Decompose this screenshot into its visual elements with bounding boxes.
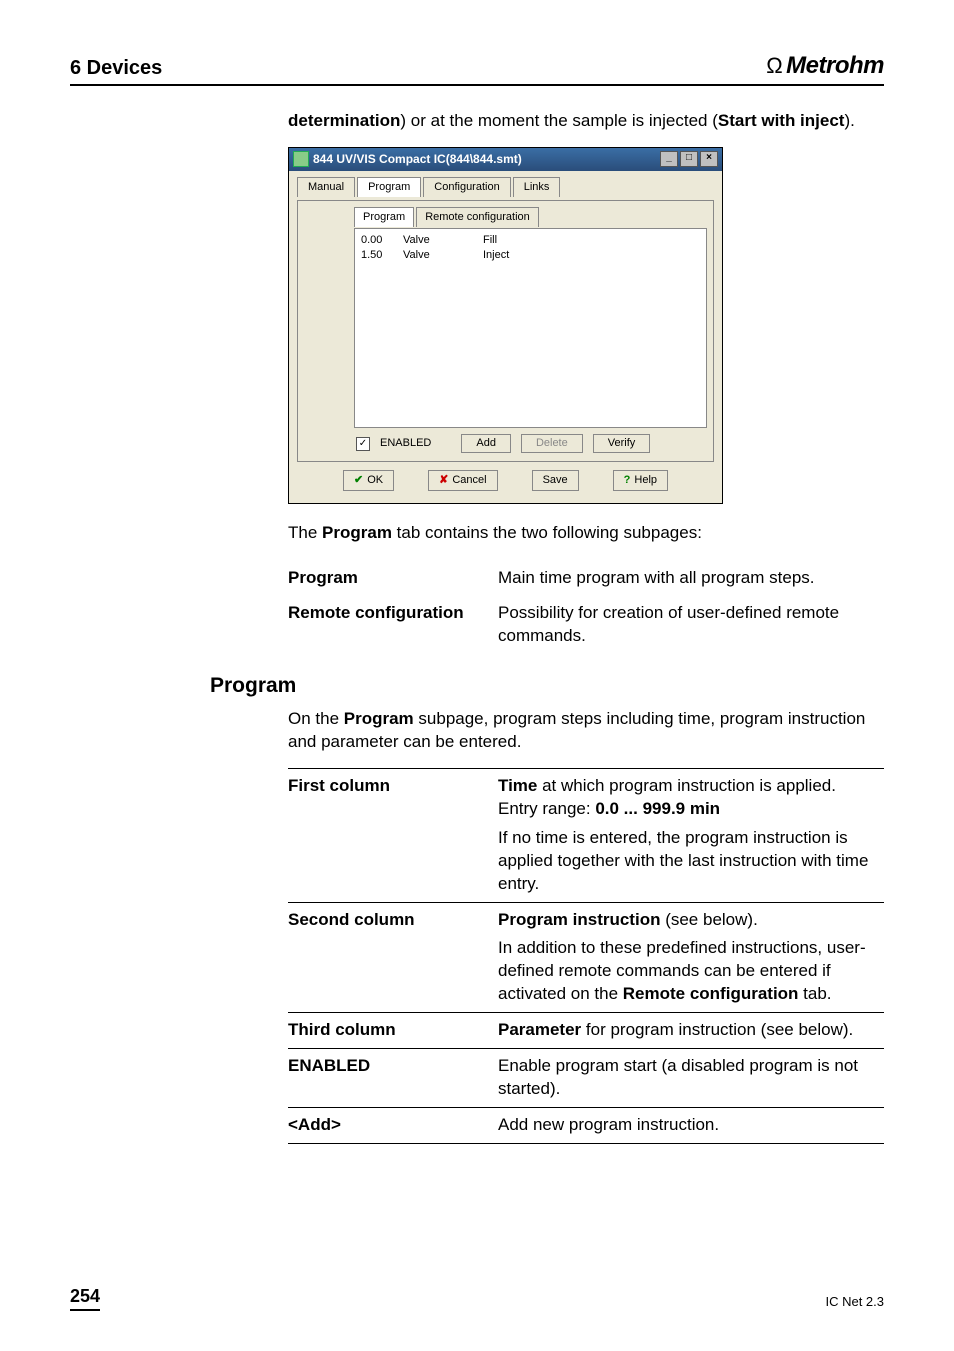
add-button[interactable]: Add <box>461 434 511 453</box>
cell-time: 1.50 <box>361 248 403 263</box>
brand-logo-icon: Ω <box>766 51 782 81</box>
intro-bold-1: determination <box>288 111 400 130</box>
cell-instruction: Valve <box>403 248 483 263</box>
text-bold: Remote configuration <box>623 984 799 1003</box>
maximize-button[interactable]: □ <box>680 151 698 167</box>
tab-panel: Program Remote configuration 0.00 Valve … <box>297 200 714 462</box>
def-label: Program <box>288 561 498 596</box>
enabled-checkbox[interactable]: ✓ <box>356 437 370 451</box>
def-label: Third column <box>288 1013 498 1049</box>
doc-id: IC Net 2.3 <box>825 1293 884 1311</box>
def-desc: Add new program instruction. <box>498 1108 884 1144</box>
text: (see below). <box>660 910 757 929</box>
text: tab contains the two following subpages: <box>392 523 702 542</box>
save-button[interactable]: Save <box>532 470 579 491</box>
brand-text: Metrohm <box>786 50 884 82</box>
text: Entry range: <box>498 799 595 818</box>
check-icon: ✔ <box>354 473 363 488</box>
tab-desc-paragraph: The Program tab contains the two followi… <box>288 522 884 545</box>
cell-time: 0.00 <box>361 233 403 248</box>
cancel-label: Cancel <box>452 473 486 488</box>
subpage-definitions: Program Main time program with all progr… <box>288 561 884 654</box>
intro-end: ). <box>844 111 854 130</box>
def-desc: Main time program with all program steps… <box>498 561 884 596</box>
section-heading-program: Program <box>210 672 884 700</box>
help-button[interactable]: ?Help <box>613 470 668 491</box>
x-icon: ✘ <box>439 473 448 488</box>
page-header: 6 Devices Ω Metrohm <box>70 50 884 86</box>
text: at which program instruction is applied. <box>537 776 836 795</box>
dialog-button-row: ✔ OK ✘ Cancel Save ?Help <box>297 462 714 495</box>
minimize-button[interactable]: _ <box>660 151 678 167</box>
tab-manual[interactable]: Manual <box>297 177 355 198</box>
def-label: Second column <box>288 902 498 1013</box>
def-label: First column <box>288 768 498 902</box>
tab-configuration[interactable]: Configuration <box>423 177 510 198</box>
def-label: <Add> <box>288 1108 498 1144</box>
def-label: Remote configuration <box>288 596 498 654</box>
tab-program[interactable]: Program <box>357 177 421 198</box>
cell-parameter: Fill <box>483 233 583 248</box>
titlebar: 844 UV/VIS Compact IC(844\844.smt) _ □ × <box>289 148 722 170</box>
question-icon: ? <box>624 473 631 488</box>
close-button[interactable]: × <box>700 151 718 167</box>
list-row[interactable]: 0.00 Valve Fill <box>361 233 700 248</box>
ok-label: OK <box>367 473 383 488</box>
ok-button[interactable]: ✔ OK <box>343 470 394 491</box>
subtab-program[interactable]: Program <box>354 207 414 227</box>
section-intro: On the Program subpage, program steps in… <box>288 708 884 754</box>
cancel-button[interactable]: ✘ Cancel <box>428 470 497 491</box>
text: On the <box>288 709 344 728</box>
list-row[interactable]: 1.50 Valve Inject <box>361 248 700 263</box>
intro-bold-2: Start with inject <box>718 111 845 130</box>
subtab-remote-config[interactable]: Remote configuration <box>416 207 539 227</box>
save-label: Save <box>543 473 568 488</box>
text-bold: Time <box>498 776 537 795</box>
enabled-label: ENABLED <box>380 436 431 451</box>
text: tab. <box>798 984 831 1003</box>
tab-links[interactable]: Links <box>513 177 561 198</box>
help-label: Help <box>634 473 657 488</box>
verify-button[interactable]: Verify <box>593 434 651 453</box>
delete-button[interactable]: Delete <box>521 434 583 453</box>
intro-mid: ) or at the moment the sample is injecte… <box>400 111 717 130</box>
text-bold: Program <box>322 523 392 542</box>
def-desc: Enable program start (a disabled program… <box>498 1049 884 1108</box>
page-number: 254 <box>70 1284 100 1311</box>
text-bold: Parameter <box>498 1020 581 1039</box>
text-bold: 0.0 ... 999.9 min <box>595 799 720 818</box>
sub-tabs: Program Remote configuration <box>354 207 707 227</box>
brand: Ω Metrohm <box>766 50 884 82</box>
def-desc: Time at which program instruction is app… <box>498 768 884 902</box>
def-label: ENABLED <box>288 1049 498 1108</box>
def-desc: Program instruction (see below). In addi… <box>498 902 884 1013</box>
intro-paragraph: determination) or at the moment the samp… <box>288 110 884 133</box>
text-bold: Program instruction <box>498 910 660 929</box>
text: for program instruction (see below). <box>581 1020 853 1039</box>
def-desc: Parameter for program instruction (see b… <box>498 1013 884 1049</box>
text-bold: Program <box>344 709 414 728</box>
page-footer: 254 IC Net 2.3 <box>70 1284 884 1311</box>
app-icon <box>293 151 309 167</box>
cell-instruction: Valve <box>403 233 483 248</box>
column-definitions: First column Time at which program instr… <box>288 768 884 1144</box>
def-desc: Possibility for creation of user-defined… <box>498 596 884 654</box>
window-title: 844 UV/VIS Compact IC(844\844.smt) <box>313 151 522 167</box>
program-listbox[interactable]: 0.00 Valve Fill 1.50 Valve Inject <box>354 228 707 428</box>
text: The <box>288 523 322 542</box>
main-tabs: Manual Program Configuration Links <box>297 177 714 198</box>
chapter-title: 6 Devices <box>70 55 162 82</box>
cell-parameter: Inject <box>483 248 583 263</box>
app-window: 844 UV/VIS Compact IC(844\844.smt) _ □ ×… <box>288 147 723 504</box>
text: If no time is entered, the program instr… <box>498 828 868 893</box>
